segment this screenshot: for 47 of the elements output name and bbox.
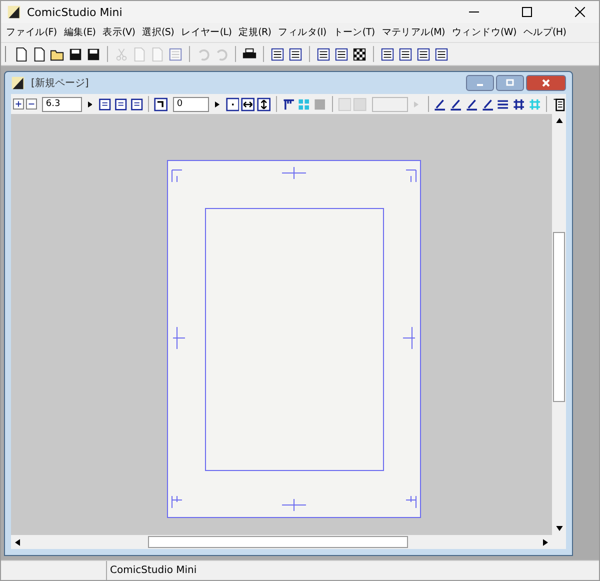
horizontal-arrows-icon[interactable] [241,96,255,112]
page-icon[interactable] [98,96,112,112]
zoom-in-icon[interactable] [13,98,24,110]
document-icon [11,76,25,90]
menu-item[interactable]: マテリアル(M) [382,26,445,39]
status-text: ComicStudio Mini [109,564,197,578]
hash-icon[interactable] [512,96,526,112]
print-icon[interactable] [242,46,257,62]
menu-item[interactable]: ファイル(F) [6,26,57,39]
page-icon[interactable] [14,46,29,62]
document-title: [新規ページ] [31,76,89,90]
menu-item[interactable]: ヘルプ(H) [523,26,566,39]
menu-item[interactable]: 編集(E) [64,26,96,39]
zoom-field[interactable]: 6.3 [42,96,82,112]
menu-item[interactable]: 定規(R) [238,26,272,39]
close-icon [541,78,551,88]
checker-icon[interactable] [352,46,367,62]
left-arrow-icon[interactable] [15,538,20,546]
horizontal-scrollbar[interactable] [11,535,566,549]
right-arrow-icon[interactable] [543,538,548,546]
zoom-out-icon[interactable] [26,98,37,110]
menu-item[interactable]: フィルタ(I) [278,26,326,39]
menu-item[interactable]: 選択(S) [142,26,174,39]
menu-item[interactable]: レイヤー(L) [181,26,232,39]
list-icon[interactable] [130,96,144,112]
list-icon[interactable] [288,46,303,62]
restore-icon [505,78,515,88]
window-title: ComicStudio Mini [27,6,122,18]
restore-button[interactable] [496,75,524,91]
vertical-scrollbar[interactable] [552,114,566,535]
close-button[interactable] [526,75,566,91]
play-icon[interactable] [214,100,220,108]
down-arrow-icon[interactable] [556,526,562,531]
ruler-icon[interactable] [282,96,296,112]
rotation-field[interactable]: 0 [172,96,209,112]
play-icon[interactable] [88,100,92,108]
menu-item[interactable]: ウィンドウ(W) [452,26,516,39]
menu-item[interactable]: 表示(V) [102,26,136,39]
input-field[interactable] [372,96,408,112]
maximize-icon[interactable] [522,7,532,17]
menu-item[interactable]: トーン(T) [333,26,375,39]
app-icon [7,5,21,19]
up-arrow-icon[interactable] [556,118,562,123]
minimize-button[interactable] [466,75,494,91]
close-icon[interactable] [575,7,585,17]
save-icon[interactable] [68,46,83,62]
vertical-arrows-icon[interactable] [256,96,271,112]
